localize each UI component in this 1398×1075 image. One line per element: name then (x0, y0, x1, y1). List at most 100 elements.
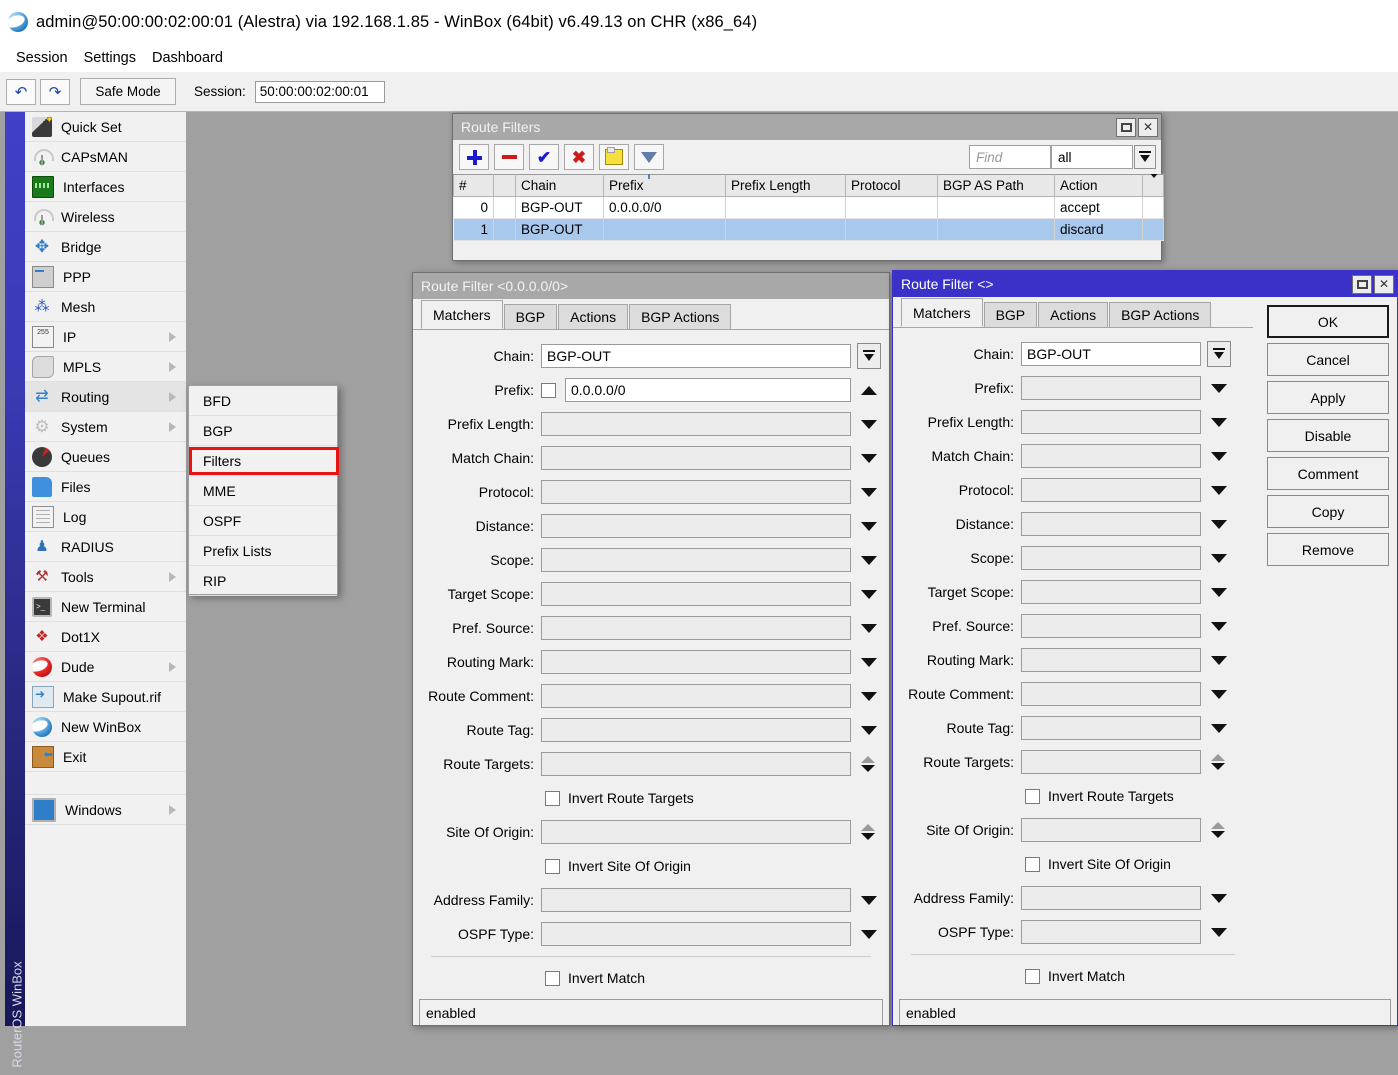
rf2-prefix-length-chevron-down-icon[interactable] (1211, 418, 1227, 427)
rf2-pref-source-input[interactable] (1021, 614, 1201, 638)
rf2-invert-route-targets-checkbox[interactable] (1025, 789, 1040, 804)
column-chooser-button[interactable] (1143, 175, 1164, 197)
rf1-protocol-chevron-down-icon[interactable] (861, 488, 877, 497)
maximize-button[interactable] (1116, 118, 1136, 137)
rf2-tab-bgp[interactable]: BGP (984, 302, 1038, 327)
remove-icon[interactable] (494, 144, 524, 170)
redo-icon[interactable]: ↷ (40, 79, 70, 105)
chevron-up-icon[interactable] (861, 756, 875, 763)
col-num[interactable]: # (454, 175, 494, 197)
chevron-down-icon[interactable] (1211, 831, 1225, 838)
scope-select[interactable]: all (1051, 145, 1133, 169)
disable-icon[interactable]: ✖ (564, 144, 594, 170)
copy-button[interactable]: Copy (1267, 495, 1389, 528)
rf2-tab-matchers[interactable]: Matchers (901, 298, 983, 327)
rf2-protocol-input[interactable] (1021, 478, 1201, 502)
rf1-ospf-type-input[interactable] (541, 922, 851, 946)
sidebar-item-bridge[interactable]: ✥Bridge (25, 232, 186, 262)
rf1-tab-actions[interactable]: Actions (558, 304, 628, 329)
rf2-route-tag-input[interactable] (1021, 716, 1201, 740)
rf1-routing-mark-input[interactable] (541, 650, 851, 674)
rf1-target-scope-chevron-down-icon[interactable] (861, 590, 877, 599)
sidebar-item-routing[interactable]: ⇄Routing (25, 382, 186, 412)
rf2-route-targets-spinner-icon[interactable] (1211, 754, 1225, 770)
routing-submenu-item-bfd[interactable]: BFD (189, 386, 337, 416)
rf1-invert-site-of-origin-checkbox[interactable] (545, 859, 560, 874)
rf2-ospf-type-chevron-down-icon[interactable] (1211, 928, 1227, 937)
rf1-target-scope-input[interactable] (541, 582, 851, 606)
chevron-up-icon[interactable] (1211, 822, 1225, 829)
rf2-protocol-chevron-down-icon[interactable] (1211, 486, 1227, 495)
ok-button[interactable]: OK (1267, 305, 1389, 338)
rf1-pref-source-chevron-down-icon[interactable] (861, 624, 877, 633)
rf1-tab-matchers[interactable]: Matchers (421, 300, 503, 329)
scope-dropdown-button[interactable] (1134, 145, 1156, 169)
menu-settings[interactable]: Settings (76, 48, 144, 68)
comment-button[interactable]: Comment (1267, 457, 1389, 490)
safe-mode-button[interactable]: Safe Mode (80, 78, 176, 105)
col-chain[interactable]: Chain (516, 175, 604, 197)
sidebar-item-queues[interactable]: Queues (25, 442, 186, 472)
rf2-tab-actions[interactable]: Actions (1038, 302, 1108, 327)
sidebar-item-interfaces[interactable]: Interfaces (25, 172, 186, 202)
col-bgp-as-path[interactable]: BGP AS Path (938, 175, 1055, 197)
chevron-up-icon[interactable] (861, 824, 875, 831)
rf2-route-tag-chevron-down-icon[interactable] (1211, 724, 1227, 733)
undo-icon[interactable]: ↶ (6, 79, 36, 105)
rf2-match-chain-chevron-down-icon[interactable] (1211, 452, 1227, 461)
rf2-address-family-input[interactable] (1021, 886, 1201, 910)
rf1-pref-source-input[interactable] (541, 616, 851, 640)
rf2-invert-match-checkbox[interactable] (1025, 969, 1040, 984)
routing-submenu-item-bgp[interactable]: BGP (189, 416, 337, 446)
rf1-ospf-type-chevron-down-icon[interactable] (861, 930, 877, 939)
sidebar-item-mesh[interactable]: ⁂Mesh (25, 292, 186, 322)
col-protocol[interactable]: Protocol (846, 175, 938, 197)
rf2-route-targets-input[interactable] (1021, 750, 1201, 774)
rf1-route-comment-input[interactable] (541, 684, 851, 708)
sidebar-item-wireless[interactable]: Wireless (25, 202, 186, 232)
disable-button[interactable]: Disable (1267, 419, 1389, 452)
filter-icon[interactable] (634, 144, 664, 170)
rf2-route-comment-input[interactable] (1021, 682, 1201, 706)
sidebar-item-system[interactable]: ⚙System (25, 412, 186, 442)
table-row[interactable]: 0BGP-OUT0.0.0.0/0accept (454, 197, 1164, 219)
rf2-distance-input[interactable] (1021, 512, 1201, 536)
rf1-chain-input[interactable]: BGP-OUT (541, 344, 851, 368)
rf1-site-of-origin-spinner-icon[interactable] (861, 824, 875, 840)
rf2-routing-mark-chevron-down-icon[interactable] (1211, 656, 1227, 665)
rf2-prefix-length-input[interactable] (1021, 410, 1201, 434)
rf1-distance-chevron-down-icon[interactable] (861, 522, 877, 531)
routing-submenu-item-mme[interactable]: MME (189, 476, 337, 506)
col-prefix[interactable]: Prefix (604, 175, 726, 197)
chevron-down-icon[interactable] (861, 833, 875, 840)
routing-submenu-item-prefix-lists[interactable]: Prefix Lists (189, 536, 337, 566)
sidebar-item-log[interactable]: Log (25, 502, 186, 532)
rf2-ospf-type-input[interactable] (1021, 920, 1201, 944)
rf1-site-of-origin-input[interactable] (541, 820, 851, 844)
session-value[interactable]: 50:00:00:02:00:01 (255, 81, 385, 103)
rf1-invert-route-targets-checkbox[interactable] (545, 791, 560, 806)
rf1-routing-mark-chevron-down-icon[interactable] (861, 658, 877, 667)
rf1-match-chain-chevron-down-icon[interactable] (861, 454, 877, 463)
rf1-prefix-length-chevron-down-icon[interactable] (861, 420, 877, 429)
rf2-chain-dropdown-button[interactable] (1207, 341, 1231, 367)
sidebar-item-radius[interactable]: ♟RADIUS (25, 532, 186, 562)
table-row[interactable]: 1BGP-OUTdiscard (454, 219, 1164, 241)
col-prefix-length[interactable]: Prefix Length (726, 175, 846, 197)
close-icon[interactable]: ✕ (1138, 118, 1158, 137)
remove-button[interactable]: Remove (1267, 533, 1389, 566)
rf1-address-family-input[interactable] (541, 888, 851, 912)
find-input[interactable]: Find (969, 145, 1051, 169)
sidebar-item-new-winbox[interactable]: New WinBox (25, 712, 186, 742)
sidebar-item-tools[interactable]: ⚒Tools (25, 562, 186, 592)
rf1-match-chain-input[interactable] (541, 446, 851, 470)
sidebar-item-mpls[interactable]: MPLS (25, 352, 186, 382)
rf1-prefix-input[interactable]: 0.0.0.0/0 (565, 378, 851, 402)
rf2-prefix-input[interactable] (1021, 376, 1201, 400)
rf1-route-comment-chevron-down-icon[interactable] (861, 692, 877, 701)
rf2-invert-site-of-origin-checkbox[interactable] (1025, 857, 1040, 872)
comment-icon[interactable] (599, 144, 629, 170)
sidebar-item-files[interactable]: Files (25, 472, 186, 502)
rf2-address-family-chevron-down-icon[interactable] (1211, 894, 1227, 903)
rf1-scope-input[interactable] (541, 548, 851, 572)
